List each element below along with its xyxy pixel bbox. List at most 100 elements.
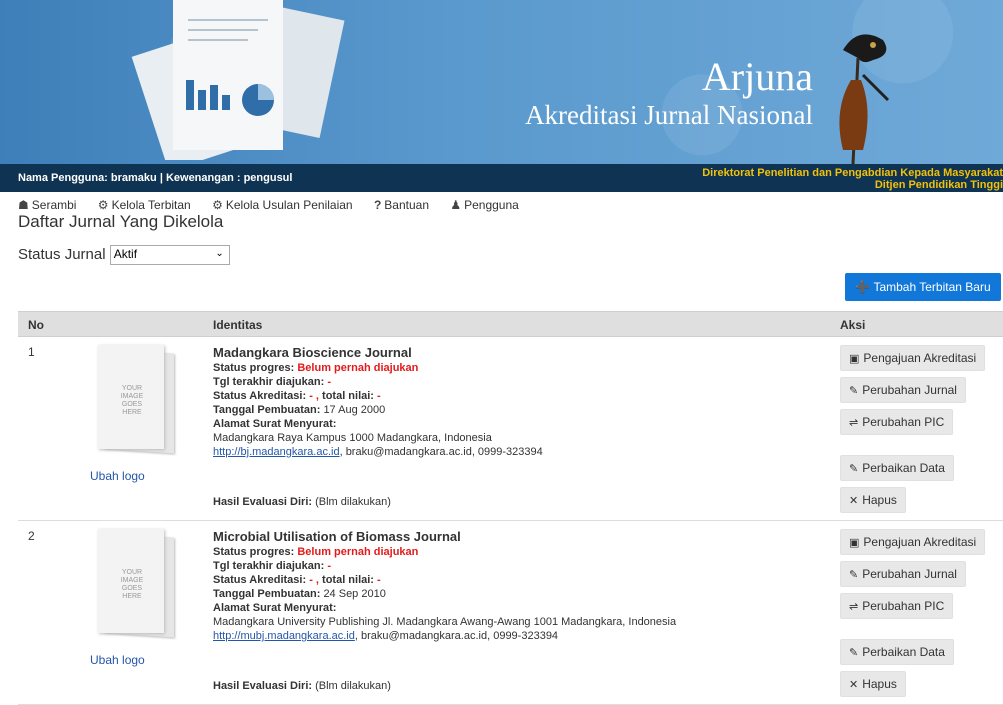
- swap-icon: ⇌: [849, 601, 859, 613]
- submit-accreditation-label: Pengajuan Akreditasi: [863, 535, 977, 549]
- status-select-value: Aktif: [113, 247, 138, 261]
- banner-title: Arjuna: [701, 54, 813, 99]
- directorate-line-1: Direktorat Penelitian dan Pengabdian Kep…: [702, 167, 1003, 179]
- square-icon: ▣: [849, 353, 860, 365]
- status-progress-value: Belum pernah diajukan: [297, 362, 419, 374]
- edit-icon: ✎: [849, 569, 859, 581]
- table-row: 1 YOUR IMAGE GOES HERE Ubah logo Madangk…: [18, 337, 1003, 521]
- address-label: Alamat Surat Menyurat:: [213, 418, 337, 430]
- table-header: No Identitas Aksi: [18, 311, 1003, 337]
- close-icon: ✕: [849, 495, 859, 507]
- user-info-text: Nama Pengguna: bramaku | Kewenangan : pe…: [18, 172, 293, 184]
- edit-journal-label: Perubahan Jurnal: [862, 567, 957, 581]
- delete-label: Hapus: [862, 493, 897, 507]
- fix-data-label: Perbaikan Data: [862, 461, 945, 475]
- chevron-down-icon: ⌄: [215, 248, 224, 259]
- total-score-label: total nilai:: [322, 574, 374, 586]
- gear-icon: ⚙: [97, 198, 109, 212]
- wayang-puppet-icon: [839, 34, 890, 164]
- thumbnail-placeholder-text: YOUR IMAGE GOES HERE: [120, 569, 144, 600]
- journal-logo-thumbnail: YOUR IMAGE GOES HERE: [98, 345, 178, 454]
- directorate-line-2: Ditjen Pendidikan Tinggi: [874, 179, 1003, 191]
- nav-kelola-usulan-label: Kelola Usulan Penilaian: [225, 198, 353, 212]
- journal-identity: Microbial Utilisation of Biomass Journal…: [213, 529, 813, 692]
- submit-accreditation-label: Pengajuan Akreditasi: [863, 351, 977, 365]
- add-publication-button[interactable]: ➕ Tambah Terbitan Baru: [845, 273, 1001, 301]
- last-submitted-value: -: [327, 376, 331, 388]
- address-value: Madangkara University Publishing Jl. Mad…: [213, 616, 677, 628]
- fix-data-label: Perbaikan Data: [862, 645, 945, 659]
- change-pic-button[interactable]: ⇌ Perubahan PIC: [840, 409, 954, 435]
- table-row: 2 YOUR IMAGE GOES HERE Ubah logo Microbi…: [18, 521, 1003, 705]
- change-pic-label: Perubahan PIC: [862, 415, 945, 429]
- user-icon: ♟: [450, 198, 462, 212]
- delete-button[interactable]: ✕ Hapus: [840, 487, 906, 513]
- nav-pengguna-label: Pengguna: [464, 198, 519, 212]
- self-eval-value: (Blm dilakukan): [315, 496, 391, 508]
- header-no: No: [28, 318, 44, 332]
- status-label: Status Jurnal: [18, 245, 106, 263]
- accreditation-value: - ,: [309, 574, 319, 586]
- row-number: 2: [28, 529, 35, 543]
- submit-accreditation-button[interactable]: ▣ Pengajuan Akreditasi: [840, 529, 986, 555]
- journal-url-link[interactable]: http://bj.madangkara.ac.id: [213, 446, 340, 458]
- edit-icon: ✎: [849, 385, 859, 397]
- user-info-bar: Nama Pengguna: bramaku | Kewenangan : pe…: [0, 164, 1003, 192]
- change-logo-link[interactable]: Ubah logo: [90, 469, 145, 483]
- self-eval-label: Hasil Evaluasi Diri:: [213, 496, 313, 508]
- journal-url-link[interactable]: http://mubj.madangkara.ac.id: [213, 630, 355, 642]
- nav-pengguna[interactable]: ♟ Pengguna: [450, 198, 519, 212]
- edit-journal-button[interactable]: ✎ Perubahan Jurnal: [840, 377, 966, 403]
- last-submitted-value: -: [327, 560, 331, 572]
- last-submitted-label: Tgl terakhir diajukan:: [213, 560, 325, 572]
- banner-title-block: Arjuna Akreditasi Jurnal Nasional: [0, 55, 853, 131]
- nav-kelola-terbitan-label: Kelola Terbitan: [111, 198, 191, 212]
- accreditation-label: Status Akreditasi:: [213, 574, 307, 586]
- edit-journal-button[interactable]: ✎ Perubahan Jurnal: [840, 561, 966, 587]
- edit-journal-label: Perubahan Jurnal: [862, 383, 957, 397]
- address-value: Madangkara Raya Kampus 1000 Madangkara, …: [213, 432, 492, 444]
- delete-button[interactable]: ✕ Hapus: [840, 671, 906, 697]
- total-score-label: total nilai:: [322, 390, 374, 402]
- plus-circle-icon: ➕: [855, 280, 871, 294]
- self-eval-label: Hasil Evaluasi Diri:: [213, 680, 313, 692]
- status-progress-label: Status progres:: [213, 362, 295, 374]
- nav-kelola-usulan[interactable]: ⚙ Kelola Usulan Penilaian: [212, 198, 353, 212]
- fix-data-button[interactable]: ✎ Perbaikan Data: [840, 455, 954, 481]
- row-number: 1: [28, 345, 35, 359]
- edit-icon: ✎: [849, 647, 859, 659]
- created-date-label: Tanggal Pembuatan:: [213, 404, 321, 416]
- nav-serambi[interactable]: ☗ Serambi: [18, 198, 76, 212]
- nav-serambi-label: Serambi: [31, 198, 77, 212]
- question-icon: ?: [373, 198, 382, 212]
- last-submitted-label: Tgl terakhir diajukan:: [213, 376, 325, 388]
- header-aksi: Aksi: [840, 318, 866, 332]
- created-date-value: 17 Aug 2000: [323, 404, 386, 416]
- journal-table: No Identitas Aksi 1 YOUR IMAGE GOES HERE…: [18, 311, 1003, 705]
- square-icon: ▣: [849, 537, 860, 549]
- contact-info: , braku@madangkara.ac.id, 0999-323394: [339, 446, 543, 458]
- journal-title: Madangkara Bioscience Journal: [213, 345, 412, 360]
- status-select[interactable]: Aktif ⌄: [109, 245, 230, 265]
- page-title: Daftar Jurnal Yang Dikelola: [18, 212, 224, 231]
- total-score-value: -: [377, 574, 381, 586]
- change-pic-button[interactable]: ⇌ Perubahan PIC: [840, 593, 954, 619]
- status-progress-value: Belum pernah diajukan: [297, 546, 419, 558]
- header-identitas: Identitas: [213, 318, 263, 332]
- fix-data-button[interactable]: ✎ Perbaikan Data: [840, 639, 954, 665]
- journal-logo-thumbnail: YOUR IMAGE GOES HERE: [98, 529, 178, 638]
- nav-kelola-terbitan[interactable]: ⚙ Kelola Terbitan: [98, 198, 191, 212]
- created-date-value: 24 Sep 2010: [323, 588, 386, 600]
- accreditation-label: Status Akreditasi:: [213, 390, 307, 402]
- change-logo-link[interactable]: Ubah logo: [90, 653, 145, 667]
- status-progress-label: Status progres:: [213, 546, 295, 558]
- nav-bantuan-label: Bantuan: [384, 198, 429, 212]
- directorate-text: Direktorat Penelitian dan Pengabdian Kep…: [702, 167, 1003, 191]
- self-eval-value: (Blm dilakukan): [315, 680, 391, 692]
- header-banner: Arjuna Akreditasi Jurnal Nasional: [0, 0, 1003, 164]
- total-score-value: -: [377, 390, 381, 402]
- journal-identity: Madangkara Bioscience Journal Status pro…: [213, 345, 813, 508]
- nav-bantuan[interactable]: ? Bantuan: [374, 198, 429, 212]
- submit-accreditation-button[interactable]: ▣ Pengajuan Akreditasi: [840, 345, 986, 371]
- change-pic-label: Perubahan PIC: [862, 599, 945, 613]
